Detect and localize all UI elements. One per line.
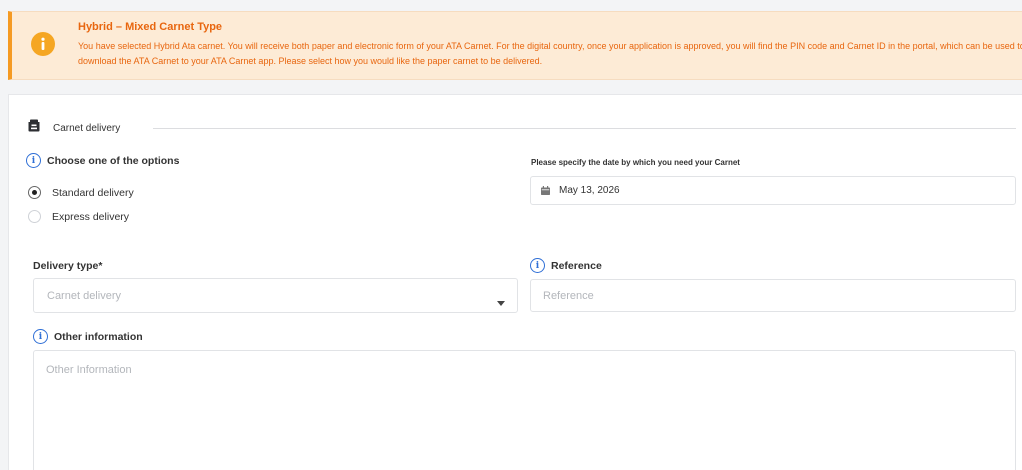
info-icon[interactable]: i (26, 153, 41, 168)
caret-down-icon (497, 293, 505, 311)
radio-label: Express delivery (52, 210, 130, 223)
info-icon[interactable]: i (530, 258, 545, 273)
other-info-label-row: i Other information (33, 329, 143, 344)
radio-button[interactable] (28, 186, 41, 199)
radio-button[interactable] (28, 210, 41, 223)
hybrid-carnet-alert: Hybrid – Mixed Carnet Type You have sele… (8, 11, 1022, 80)
reference-label-row: i Reference (530, 258, 602, 273)
radio-standard-delivery[interactable]: Standard delivery (28, 186, 134, 199)
options-label-row: i Choose one of the options (26, 153, 179, 168)
radio-express-delivery[interactable]: Express delivery (28, 210, 129, 223)
delivery-type-label: Delivery type* (33, 260, 103, 272)
other-info-label: Other information (54, 330, 143, 343)
alert-message: You have selected Hybrid Ata carnet. You… (78, 41, 1022, 66)
date-value: May 13, 2026 (559, 185, 620, 196)
info-icon[interactable]: i (33, 329, 48, 344)
delivery-box-icon (27, 119, 41, 137)
section-divider (153, 128, 1016, 129)
date-caption: Please specify the date by which you nee… (531, 158, 740, 167)
section-header: Carnet delivery (27, 119, 121, 137)
calendar-icon (541, 182, 550, 200)
delivery-type-select[interactable]: Carnet delivery (33, 278, 518, 313)
section-title: Carnet delivery (53, 122, 121, 134)
reference-label: Reference (551, 259, 602, 272)
options-label: Choose one of the options (47, 154, 180, 167)
page: Hybrid – Mixed Carnet Type You have sele… (0, 0, 1022, 470)
alert-title: Hybrid – Mixed Carnet Type (78, 21, 223, 33)
other-info-textarea[interactable] (33, 350, 1016, 470)
info-icon (31, 32, 55, 56)
radio-label: Standard delivery (52, 186, 134, 199)
reference-input[interactable] (530, 279, 1016, 312)
date-picker[interactable]: May 13, 2026 (530, 176, 1016, 205)
delivery-type-placeholder: Carnet delivery (47, 289, 121, 302)
